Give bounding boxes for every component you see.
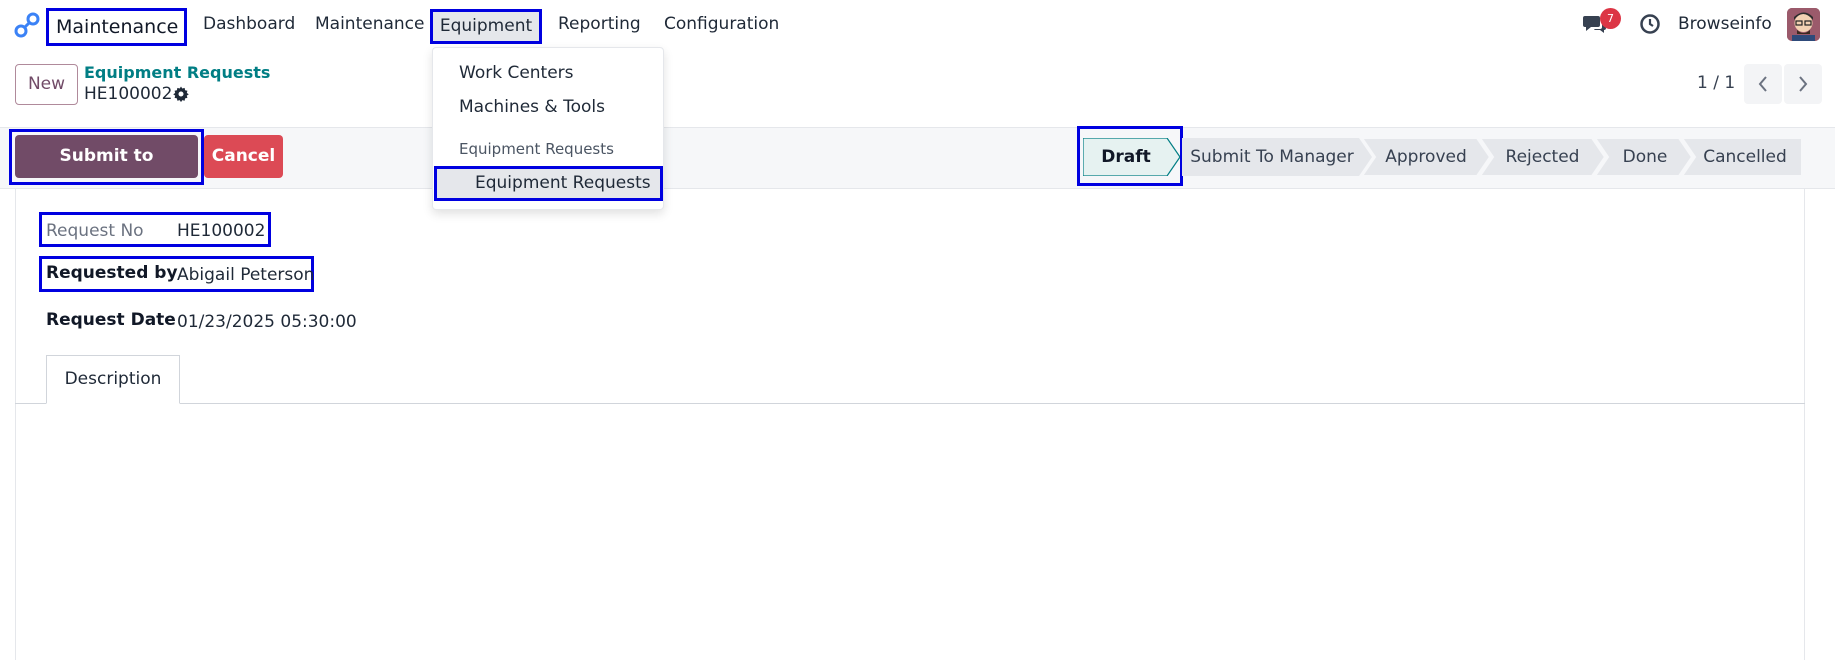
dropdown-item-machines-tools[interactable]: Machines & Tools: [459, 97, 605, 117]
tab-description[interactable]: Description: [46, 355, 180, 404]
dropdown-item-label: Equipment Requests: [475, 173, 651, 193]
app-logo-icon[interactable]: [14, 12, 40, 38]
requested-by-label: Requested by: [46, 263, 178, 283]
menu-maintenance[interactable]: Maintenance: [315, 14, 424, 34]
stage-rejected[interactable]: Rejected: [1490, 138, 1595, 176]
pager-next-button[interactable]: [1784, 64, 1822, 104]
submit-to-manager-button[interactable]: Submit to Manager: [15, 135, 198, 209]
menu-dashboard[interactable]: Dashboard: [203, 14, 295, 34]
request-date-label: Request Date: [46, 310, 176, 330]
request-no-label: Request No: [46, 221, 144, 241]
requested-by-value[interactable]: Abigail Peterson: [177, 265, 314, 285]
avatar-image-icon: [1787, 8, 1820, 41]
pager-value[interactable]: 1 / 1: [1697, 73, 1735, 93]
stage-approved[interactable]: Approved: [1372, 138, 1480, 176]
record-name: HE100002: [84, 84, 173, 104]
menu-equipment-label: Equipment: [439, 16, 533, 36]
stage-cancelled[interactable]: Cancelled: [1695, 138, 1795, 176]
top-navbar: Maintenance Dashboard Maintenance Equipm…: [0, 0, 1835, 48]
request-date-value[interactable]: 01/23/2025 05:30:00: [177, 312, 357, 332]
dropdown-section-header: Equipment Requests: [459, 140, 614, 158]
chevron-right-icon: [1799, 76, 1808, 92]
menu-configuration[interactable]: Configuration: [664, 14, 779, 34]
menu-equipment[interactable]: Equipment: [430, 9, 542, 44]
cancel-button[interactable]: Cancel: [204, 135, 283, 178]
clock-icon[interactable]: [1639, 13, 1661, 35]
user-name[interactable]: Browseinfo: [1678, 14, 1772, 34]
request-no-value: HE100002: [177, 221, 266, 241]
pager-previous-button[interactable]: [1744, 64, 1782, 104]
chevron-left-icon: [1758, 76, 1767, 92]
notification-badge: 7: [1600, 8, 1621, 29]
app-name[interactable]: Maintenance: [46, 8, 187, 46]
menu-reporting[interactable]: Reporting: [558, 14, 641, 34]
equipment-dropdown: Work Centers Machines & Tools Equipment …: [432, 47, 664, 210]
new-button[interactable]: New: [15, 64, 78, 105]
tab-divider: [15, 403, 1805, 404]
dropdown-item-work-centers[interactable]: Work Centers: [459, 63, 574, 83]
avatar[interactable]: [1787, 8, 1820, 41]
dropdown-item-equipment-requests[interactable]: Equipment Requests: [434, 166, 663, 201]
stage-draft[interactable]: Draft: [1083, 138, 1169, 176]
stage-submit-to-manager[interactable]: Submit To Manager: [1186, 138, 1358, 176]
breadcrumb[interactable]: Equipment Requests: [84, 63, 270, 82]
stage-done[interactable]: Done: [1605, 138, 1685, 176]
gear-icon[interactable]: [173, 86, 189, 102]
